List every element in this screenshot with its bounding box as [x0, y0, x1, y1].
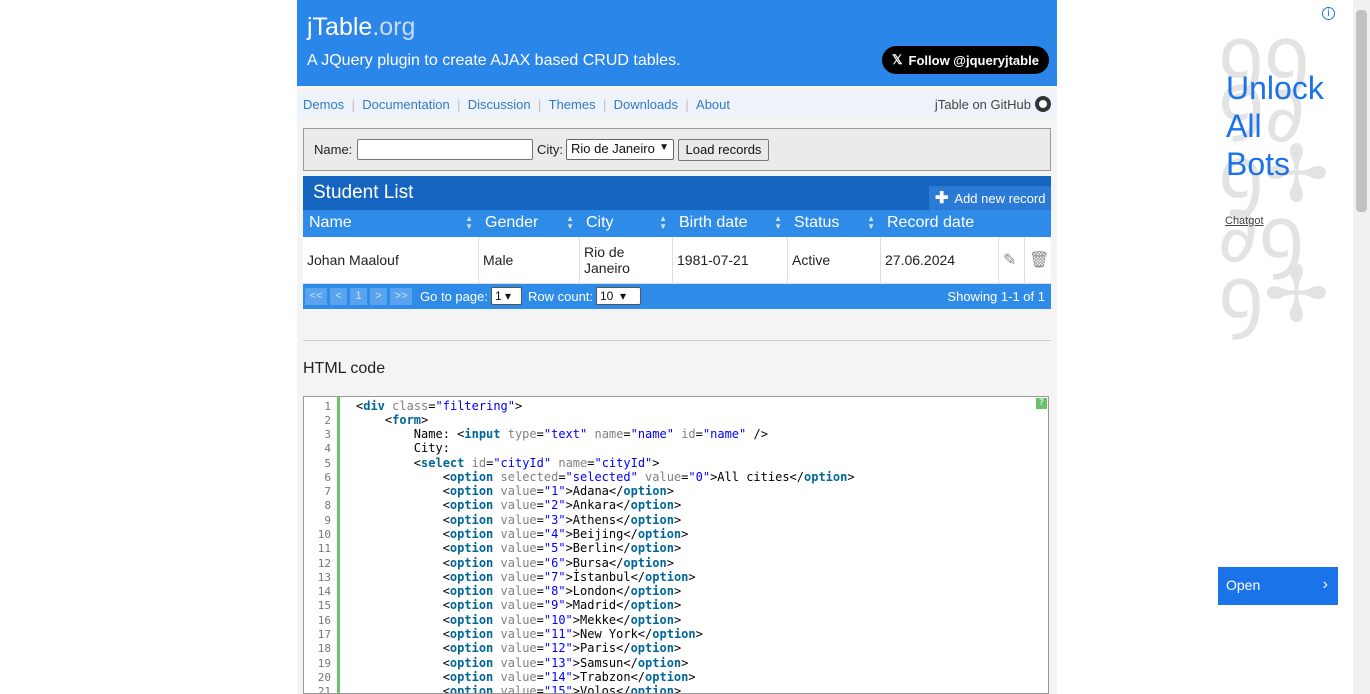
cell-birth-date: 1981-07-21	[673, 237, 788, 283]
table-title-bar: Student List ✚ Add new record	[303, 176, 1051, 210]
filter-form: Name: City: Rio de Janeiro ▼ Load records	[303, 128, 1051, 171]
table-row[interactable]: Johan Maalouf Male Rio de Janeiro 1981-0…	[303, 237, 1051, 284]
line-number-gutter: 123 456 789 10 11 12 13 14 15 16 17 18 19 20 21	[304, 397, 340, 693]
cell-gender: Male	[479, 237, 580, 283]
site-title[interactable]: jTable.org	[307, 13, 415, 42]
next-page-button[interactable]: >	[370, 288, 387, 305]
help-button[interactable]: ?	[1036, 398, 1047, 409]
code-line: <div class="filtering">	[356, 399, 523, 413]
follow-button[interactable]: 𝕏 Follow @jqueryjtable	[882, 46, 1049, 74]
divider	[303, 340, 1051, 341]
edit-icon: ✎	[1003, 252, 1017, 269]
delete-button[interactable]: 🗑	[1025, 237, 1051, 283]
code-line: <option value="15">Volos</option>	[356, 684, 682, 694]
nav-bar: Demos | Documentation | Discussion | Themes…	[297, 92, 1057, 117]
scrollbar-thumb[interactable]	[1356, 10, 1367, 212]
ad-headline: Unlock All Bots	[1226, 70, 1324, 182]
ad-info-icon[interactable]: i	[1322, 7, 1335, 20]
code-line: <option selected="selected" value="0">Al…	[356, 470, 855, 484]
ad-open-button[interactable]: Open ›	[1218, 567, 1338, 605]
code-line: <option value="12">Paris</option>	[356, 641, 682, 655]
nav-about[interactable]: About	[696, 97, 730, 112]
prev-page-button[interactable]: <	[330, 288, 347, 305]
code-line: City:	[356, 441, 450, 455]
load-records-button[interactable]: Load records	[678, 139, 769, 161]
code-line: Name: <input type="text" name="name" id=…	[356, 427, 768, 441]
code-block[interactable]: 123 456 789 10 11 12 13 14 15 16 17 18 19 20 21 …	[303, 396, 1049, 694]
city-select[interactable]: Rio de Janeiro ▼	[566, 139, 674, 160]
table-footer: << < 1 > >> Go to page: 1 ▾ Row count: 1…	[303, 284, 1051, 309]
ad-banner[interactable]: ꝯꝯ Ꝯ∂ ꝯ✢ ∂ꝯ ꝯ✢ Unlock All Bots Chatgot Open › i	[1218, 5, 1338, 605]
goto-label: Go to page:	[420, 289, 488, 304]
row-count-select[interactable]: 10 ▾	[596, 287, 641, 305]
first-page-button[interactable]: <<	[305, 288, 327, 305]
nav-demos[interactable]: Demos	[303, 97, 344, 112]
cell-status: Active	[788, 237, 881, 283]
col-city[interactable]: City ▲ ▼	[580, 210, 673, 237]
github-link[interactable]: jTable on GitHub	[935, 96, 1051, 112]
scrollbar[interactable]	[1353, 0, 1370, 694]
code-line: <option value="7">İstanbul</option>	[356, 570, 696, 584]
code-line: <option value="10">Mekke</option>	[356, 613, 682, 627]
cell-name: Johan Maalouf	[303, 237, 479, 283]
chevron-down-icon: ▼	[659, 142, 669, 153]
col-name[interactable]: Name ▲ ▼	[303, 210, 479, 237]
nav-discussion[interactable]: Discussion	[468, 97, 531, 112]
showing-info: Showing 1-1 of 1	[947, 289, 1045, 304]
chevron-right-icon: ›	[1322, 576, 1328, 593]
code-line: <option value="5">Berlin</option>	[356, 541, 682, 555]
name-input[interactable]	[357, 139, 533, 160]
sort-icon: ▲ ▼	[465, 214, 473, 231]
sort-icon: ▲ ▼	[566, 214, 574, 231]
cell-city: Rio de Janeiro	[580, 237, 673, 283]
nav-documentation[interactable]: Documentation	[362, 97, 449, 112]
last-page-button[interactable]: >>	[390, 288, 412, 305]
table-title: Student List	[313, 182, 414, 203]
code-line: <option value="14">Trabzon</option>	[356, 670, 696, 684]
sort-icon: ▲ ▼	[867, 214, 875, 231]
table-header: Name ▲ ▼ Gender ▲ ▼ City ▲ ▼ Birth date ▲ ▼ Stat…	[303, 210, 1051, 237]
city-label: City:	[537, 142, 563, 157]
nav-themes[interactable]: Themes	[549, 97, 596, 112]
student-table: Student List ✚ Add new record Name ▲ ▼ Gend…	[303, 176, 1051, 309]
x-logo-icon: 𝕏	[892, 52, 903, 67]
sort-icon: ▲ ▼	[774, 214, 782, 231]
code-line: <option value="8">London</option>	[356, 584, 682, 598]
col-record-date[interactable]: Record date	[881, 210, 1051, 237]
ad-brand[interactable]: Chatgot	[1225, 215, 1264, 227]
edit-button[interactable]: ✎	[999, 237, 1025, 283]
html-code-heading: HTML code	[303, 360, 386, 377]
page-1-button[interactable]: 1	[350, 288, 367, 305]
code-line: <option value="11">New York</option>	[356, 627, 703, 641]
cell-record-date: 27.06.2024	[881, 237, 999, 283]
sort-icon: ▲ ▼	[659, 214, 667, 231]
code-line: <option value="1">Adana</option>	[356, 484, 674, 498]
code-line: <option value="3">Athens</option>	[356, 513, 682, 527]
site-header: jTable.org A JQuery plugin to create AJA…	[297, 0, 1057, 86]
github-icon	[1035, 96, 1051, 112]
row-count-label: Row count:	[528, 289, 594, 304]
code-line: <select id="cityId" name="cityId">	[356, 456, 660, 470]
name-label: Name:	[314, 142, 353, 157]
code-line: <option value="9">Madrid</option>	[356, 598, 682, 612]
code-line: <option value="13">Samsun</option>	[356, 656, 689, 670]
trash-icon: 🗑	[1029, 252, 1050, 269]
goto-page-select[interactable]: 1 ▾	[491, 287, 522, 305]
plus-icon: ✚	[935, 190, 949, 207]
nav-downloads[interactable]: Downloads	[614, 97, 678, 112]
code-line: <option value="2">Ankara</option>	[356, 498, 682, 512]
site-subtitle: A JQuery plugin to create AJAX based CRU…	[307, 52, 681, 69]
col-gender[interactable]: Gender ▲ ▼	[479, 210, 580, 237]
add-record-button[interactable]: ✚ Add new record	[929, 186, 1051, 210]
col-status[interactable]: Status ▲ ▼	[788, 210, 881, 237]
code-line: <option value="6">Bursa</option>	[356, 556, 674, 570]
code-line: <option value="4">Beijing</option>	[356, 527, 689, 541]
col-birth-date[interactable]: Birth date ▲ ▼	[673, 210, 788, 237]
code-line: <form>	[356, 413, 429, 427]
